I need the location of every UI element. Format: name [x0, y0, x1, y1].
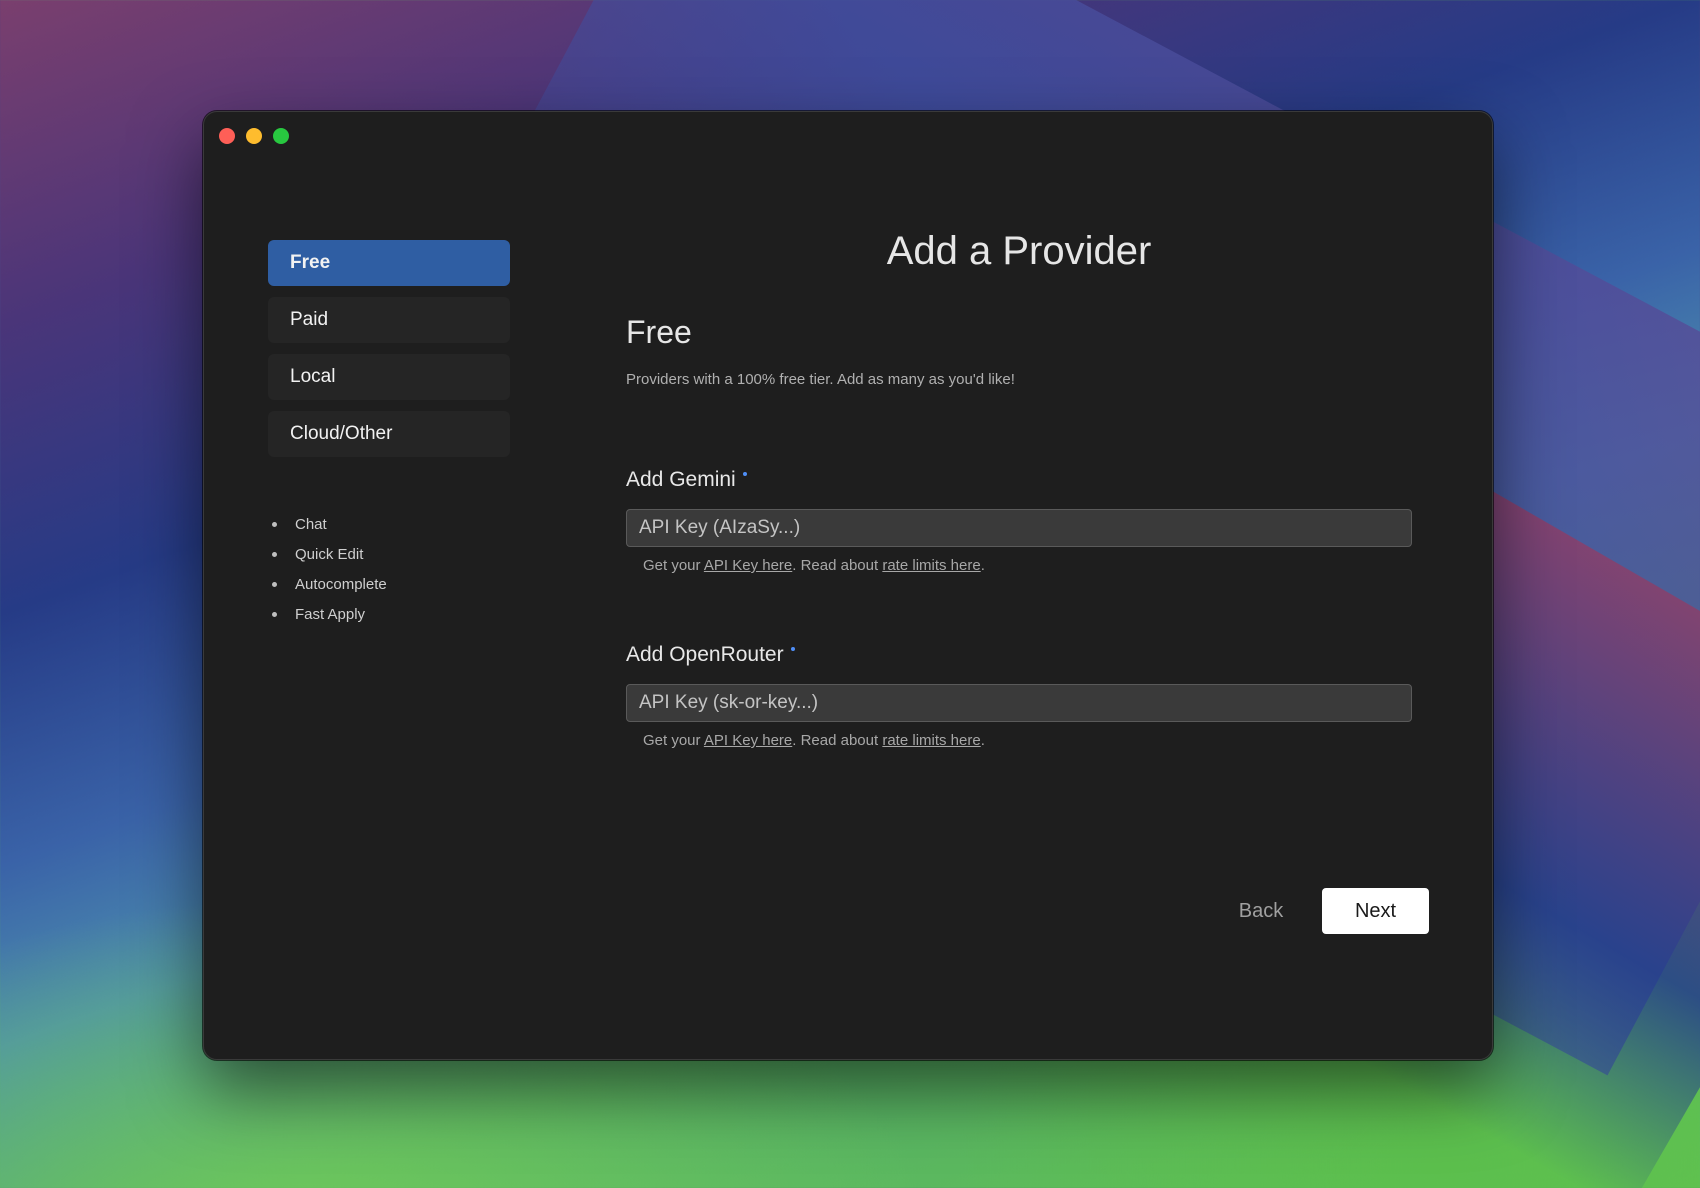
helper-middle: . Read about	[792, 557, 883, 574]
tab-label: Paid	[290, 309, 329, 330]
bullet-icon	[272, 521, 277, 527]
feature-label: Fast Apply	[295, 605, 366, 623]
openrouter-api-key-input[interactable]	[626, 684, 1412, 722]
list-item: Quick Edit	[272, 539, 510, 569]
required-indicator-icon	[742, 472, 747, 476]
window-controls	[219, 128, 289, 144]
tab-label: Free	[290, 252, 331, 273]
tab-paid[interactable]: Paid	[268, 297, 510, 343]
back-button[interactable]: Back	[1214, 888, 1308, 934]
tab-label: Local	[290, 366, 336, 387]
feature-label: Quick Edit	[295, 545, 364, 563]
page-title: Add a Provider	[886, 229, 1152, 273]
feature-label: Autocomplete	[295, 575, 387, 593]
required-indicator-icon	[790, 647, 795, 651]
tab-free[interactable]: Free	[268, 240, 510, 286]
provider-title: Add Gemini	[626, 468, 1412, 492]
helper-middle: . Read about	[792, 732, 883, 749]
rate-limits-link[interactable]: rate limits here	[882, 557, 980, 574]
minimize-window-button[interactable]	[246, 128, 262, 144]
provider-title-text: Add OpenRouter	[626, 643, 784, 666]
maximize-window-button[interactable]	[273, 128, 289, 144]
helper-suffix: .	[980, 557, 985, 574]
list-item: Autocomplete	[272, 569, 510, 599]
list-item: Fast Apply	[272, 599, 510, 629]
feature-list: Chat Quick Edit Autocomplete Fast Apply	[268, 509, 510, 629]
gemini-provider: Add Gemini Get your API Key here. Read a…	[626, 468, 1412, 574]
gemini-api-key-input[interactable]	[626, 509, 1412, 547]
bullet-icon	[272, 551, 277, 557]
helper-suffix: .	[980, 732, 985, 749]
openrouter-provider: Add OpenRouter Get your API Key here. Re…	[626, 643, 1412, 749]
api-key-link[interactable]: API Key here	[704, 732, 792, 749]
bullet-icon	[272, 611, 277, 617]
provider-title: Add OpenRouter	[626, 643, 1412, 667]
close-window-button[interactable]	[219, 128, 235, 144]
helper-prefix: Get your	[643, 732, 704, 749]
api-key-link[interactable]: API Key here	[704, 557, 792, 574]
provider-title-text: Add Gemini	[626, 468, 736, 491]
helper-text: Get your API Key here. Read about rate l…	[643, 732, 1412, 749]
provider-category-sidebar: Free Paid Local Cloud/Other Chat Quick E…	[268, 240, 510, 629]
rate-limits-link[interactable]: rate limits here	[882, 732, 980, 749]
next-button[interactable]: Next	[1322, 888, 1429, 934]
section-description: Providers with a 100% free tier. Add as …	[626, 371, 1015, 388]
helper-text: Get your API Key here. Read about rate l…	[643, 557, 1412, 574]
helper-prefix: Get your	[643, 557, 704, 574]
tab-cloud-other[interactable]: Cloud/Other	[268, 411, 510, 457]
bullet-icon	[272, 581, 277, 587]
section-title: Free	[626, 314, 692, 350]
tab-label: Cloud/Other	[290, 423, 393, 444]
tab-local[interactable]: Local	[268, 354, 510, 400]
list-item: Chat	[272, 509, 510, 539]
app-window: Free Paid Local Cloud/Other Chat Quick E…	[203, 111, 1493, 1060]
feature-label: Chat	[295, 515, 327, 533]
